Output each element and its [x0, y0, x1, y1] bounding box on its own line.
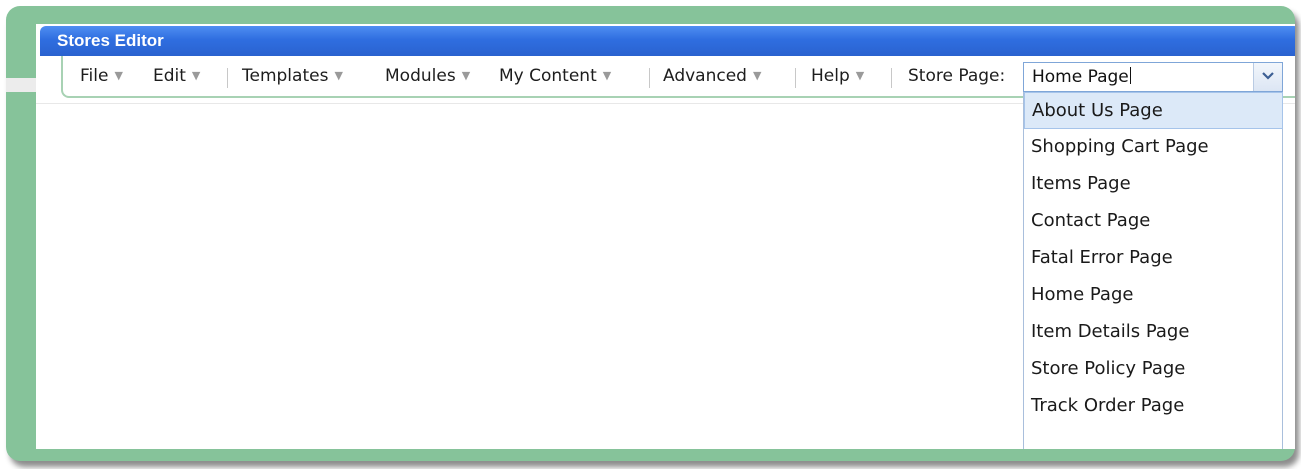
toolbar-separator: [227, 68, 228, 88]
chevron-down-icon: ▼: [191, 69, 201, 82]
menu-edit[interactable]: Edit ▼: [153, 66, 200, 86]
dropdown-option-items[interactable]: Items Page: [1024, 166, 1283, 203]
toolbar-separator: [649, 68, 650, 88]
chevron-down-icon: ▼: [114, 69, 123, 82]
dropdown-option-shopping-cart[interactable]: Shopping Cart Page: [1024, 129, 1283, 166]
store-page-label: Store Page:: [908, 66, 1006, 86]
chevron-down-icon: ▼: [461, 69, 471, 82]
dropdown-option-store-policy[interactable]: Store Policy Page: [1024, 351, 1283, 388]
menu-templates[interactable]: Templates ▼: [242, 66, 343, 86]
chevron-down-icon: [1262, 72, 1274, 80]
combo-dropdown-button[interactable]: [1253, 63, 1282, 91]
chevron-down-icon: ▼: [752, 69, 762, 82]
menu-advanced[interactable]: Advanced ▼: [663, 66, 761, 86]
dropdown-option-track-order[interactable]: Track Order Page: [1024, 388, 1283, 425]
window-title-bar: Stores Editor: [40, 26, 1295, 56]
editor-canvas: Stores Editor File ▼ Edit ▼ Templates ▼ Mod…: [36, 24, 1295, 449]
menu-my-content-label: My Content: [499, 66, 597, 86]
menu-modules[interactable]: Modules ▼: [385, 66, 470, 86]
menu-templates-label: Templates: [242, 66, 329, 86]
store-page-combo[interactable]: Home Page: [1023, 62, 1283, 92]
text-cursor: [1129, 67, 1131, 84]
store-page-value: Home Page: [1032, 67, 1129, 87]
chevron-down-icon: ▼: [334, 69, 343, 82]
chevron-down-icon: ▼: [855, 69, 865, 82]
store-page-dropdown-list: About Us Page Shopping Cart Page Items P…: [1023, 92, 1283, 449]
dropdown-option-item-details[interactable]: Item Details Page: [1024, 314, 1283, 351]
menu-modules-label: Modules: [385, 66, 456, 86]
menu-my-content[interactable]: My Content ▼: [499, 66, 611, 86]
dropdown-option-home[interactable]: Home Page: [1024, 277, 1283, 314]
dropdown-option-contact[interactable]: Contact Page: [1024, 203, 1283, 240]
menu-advanced-label: Advanced: [663, 66, 747, 86]
menu-file[interactable]: File ▼: [80, 66, 123, 86]
menu-file-label: File: [80, 66, 109, 86]
toolbar-separator: [795, 68, 796, 88]
menu-help[interactable]: Help ▼: [811, 66, 864, 86]
dropdown-option-fatal-error[interactable]: Fatal Error Page: [1024, 240, 1283, 277]
screenshot-frame: Stores Editor File ▼ Edit ▼ Templates ▼ Mod…: [6, 6, 1295, 461]
dropdown-option-about-us[interactable]: About Us Page: [1024, 92, 1283, 129]
toolbar-separator: [891, 68, 892, 88]
window-title: Stores Editor: [57, 31, 164, 50]
store-page-input[interactable]: Home Page: [1032, 67, 1131, 87]
chevron-down-icon: ▼: [602, 69, 612, 82]
menu-edit-label: Edit: [153, 66, 186, 86]
menu-help-label: Help: [811, 66, 850, 86]
left-edge-stub: [6, 78, 36, 92]
